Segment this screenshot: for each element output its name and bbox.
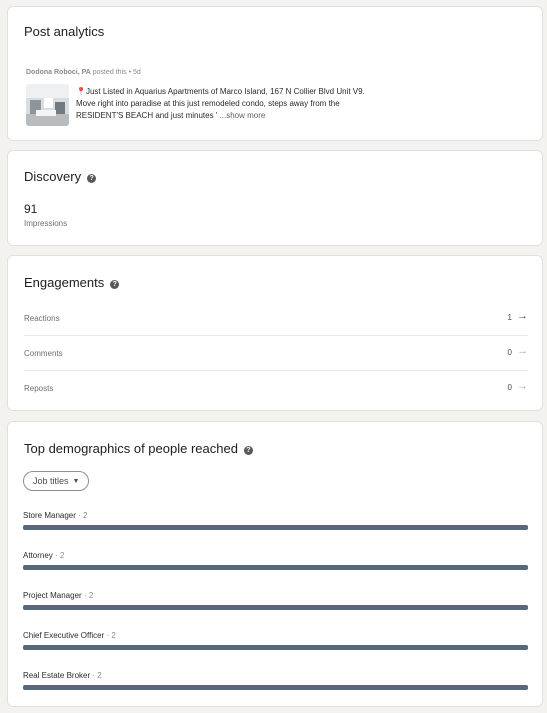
demographic-bar-track <box>23 605 528 610</box>
impressions-label: Impressions <box>24 219 68 228</box>
demographic-bar-track <box>23 645 528 650</box>
pin-icon: 📍 <box>76 87 86 96</box>
show-more-link[interactable]: ...show more <box>220 111 266 120</box>
demographic-row: Project Manager · 2 <box>23 591 528 615</box>
post-analytics-card: Post analytics Dodona Roboci, PA posted … <box>7 6 543 141</box>
engagement-label: Comments <box>24 349 63 358</box>
engagements-card: Engagements? Reactions 1 → Comments 0 → … <box>7 255 543 411</box>
demographic-bar <box>23 565 528 570</box>
demographic-name: Store Manager <box>23 511 76 520</box>
demographic-name: Project Manager <box>23 591 82 600</box>
demographic-bar <box>23 605 528 610</box>
engagement-value: 1 <box>507 313 512 322</box>
help-icon[interactable]: ? <box>110 280 120 289</box>
discovery-title-text: Discovery <box>24 169 82 184</box>
engagement-label: Reposts <box>24 384 54 393</box>
demographic-bar-track <box>23 565 528 570</box>
demographic-count: · 2 <box>92 671 102 680</box>
engagement-value: 0 <box>507 383 512 392</box>
demographic-label: Real Estate Broker · 2 <box>23 671 102 680</box>
demographics-card: Top demographics of people reached? Job … <box>7 421 543 707</box>
demographics-title: Top demographics of people reached? <box>24 441 253 456</box>
discovery-card: Discovery? 91 Impressions <box>7 150 543 246</box>
post-meta: posted this • 5d <box>92 69 141 76</box>
demographic-label: Attorney · 2 <box>23 551 64 560</box>
discovery-title: Discovery? <box>24 169 97 184</box>
demographic-name: Real Estate Broker <box>23 671 91 680</box>
arrow-right-icon[interactable]: → <box>517 345 528 357</box>
demographic-label: Project Manager · 2 <box>23 591 93 600</box>
post-author-name[interactable]: Dodona Roboci, PA <box>26 69 91 76</box>
arrow-right-icon[interactable]: → <box>517 380 528 392</box>
post-analytics-title: Post analytics <box>24 24 105 39</box>
demographic-bar <box>23 525 528 530</box>
demographic-bar-track <box>23 685 528 690</box>
demographic-count: · 2 <box>106 631 116 640</box>
caret-down-icon: ▼ <box>72 478 80 485</box>
demographic-row: Store Manager · 2 <box>23 511 528 535</box>
help-icon[interactable]: ? <box>243 446 253 455</box>
engagements-title-text: Engagements <box>24 275 105 290</box>
engagement-row-reactions[interactable]: Reactions 1 → <box>24 301 528 336</box>
demographic-label: Store Manager · 2 <box>23 511 88 520</box>
demographic-row: Real Estate Broker · 2 <box>23 671 528 695</box>
job-titles-dropdown[interactable]: Job titles ▼ <box>23 471 90 491</box>
engagement-row-reposts[interactable]: Reposts 0 → <box>24 370 528 406</box>
demographic-label: Chief Executive Officer · 2 <box>23 631 116 640</box>
engagement-row-comments[interactable]: Comments 0 → <box>24 335 528 371</box>
arrow-right-icon[interactable]: → <box>517 310 528 322</box>
demographic-row: Attorney · 2 <box>23 551 528 575</box>
engagement-value: 0 <box>507 348 512 357</box>
demographic-count: · 2 <box>78 511 88 520</box>
demographic-bar-track <box>23 525 528 530</box>
demographic-name: Chief Executive Officer <box>23 631 105 640</box>
demographic-bar <box>23 685 528 690</box>
post-author-line: Dodona Roboci, PA posted this • 5d <box>26 69 141 76</box>
post-text: 📍Just Listed in Aquarius Apartments of M… <box>76 86 376 122</box>
help-icon[interactable]: ? <box>87 174 97 183</box>
engagement-label: Reactions <box>24 314 60 323</box>
post-thumbnail[interactable] <box>26 84 69 126</box>
demographic-name: Attorney <box>23 551 53 560</box>
demographic-row: Chief Executive Officer · 2 <box>23 631 528 655</box>
demographic-bar <box>23 645 528 650</box>
demographic-count: · 2 <box>55 551 65 560</box>
engagements-title: Engagements? <box>24 275 120 290</box>
dropdown-label: Job titles <box>33 476 69 486</box>
demographic-count: · 2 <box>83 591 94 600</box>
impressions-value: 91 <box>24 202 38 216</box>
demographics-title-text: Top demographics of people reached <box>24 441 238 456</box>
